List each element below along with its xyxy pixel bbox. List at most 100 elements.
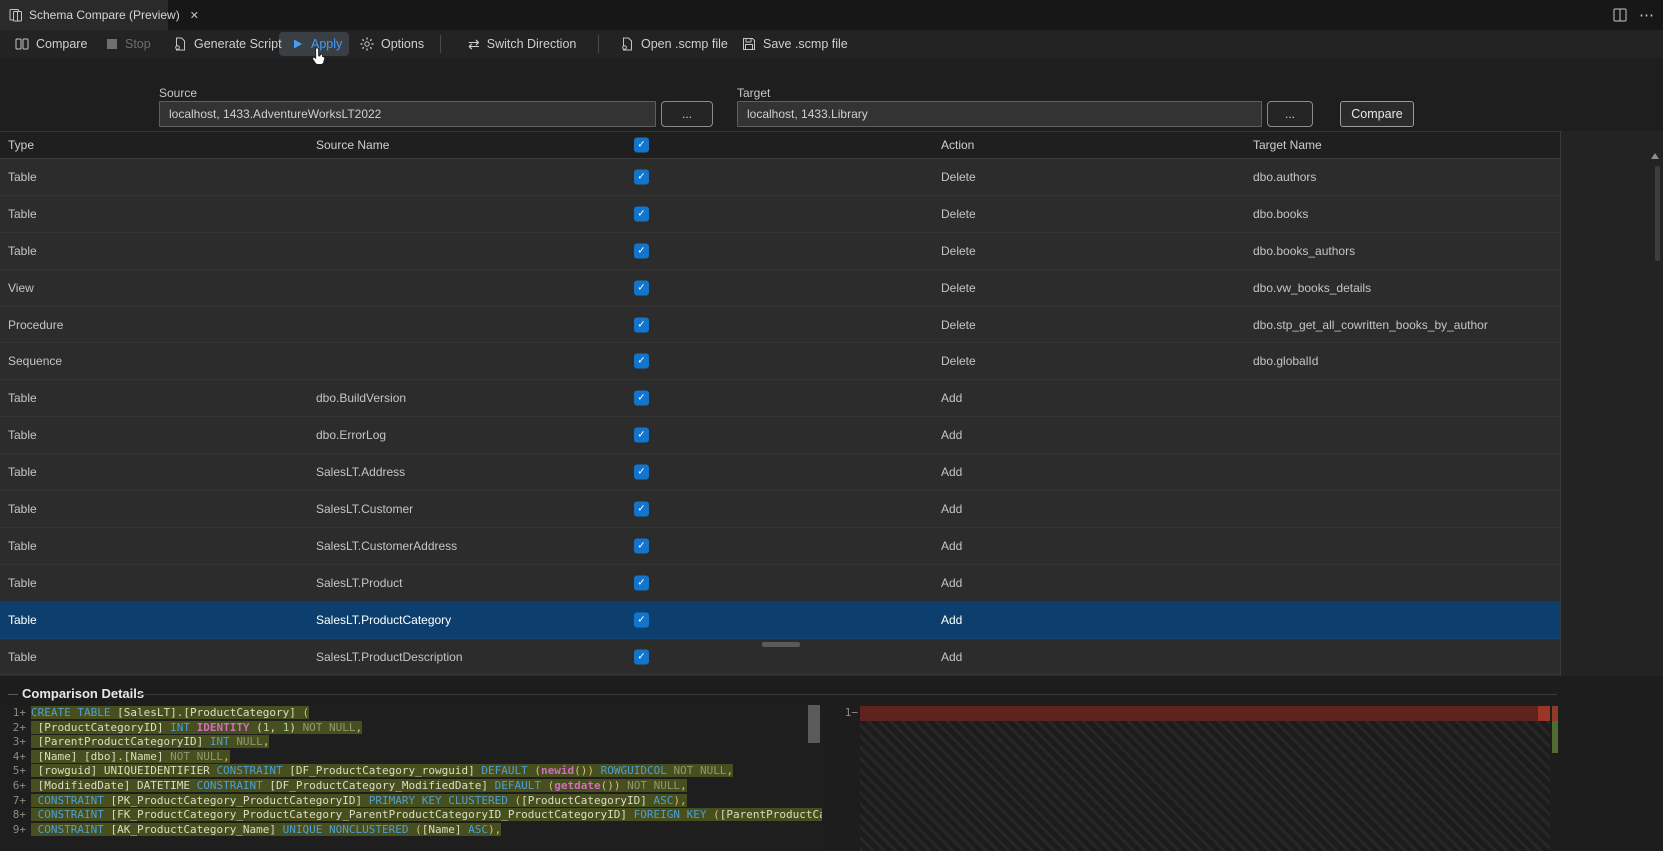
source-input[interactable]: [159, 101, 656, 127]
more-actions-icon[interactable]: ⋯: [1639, 6, 1655, 24]
split-editor-icon[interactable]: [1613, 8, 1627, 22]
source-label: Source: [159, 86, 198, 100]
row-action: Delete: [941, 206, 976, 221]
row-include-checkbox[interactable]: ✓: [634, 649, 649, 665]
grid-rows: Table ✓ Delete dbo.authors Table ✓ Delete dbo.b…: [0, 159, 1560, 676]
row-include-checkbox[interactable]: ✓: [634, 169, 649, 185]
grid-vertical-scrollbar[interactable]: [1655, 166, 1660, 261]
row-type: Table: [8, 649, 37, 664]
generate-script-button[interactable]: Generate Script: [173, 30, 282, 58]
table-row[interactable]: Table ✓ Delete dbo.books: [0, 196, 1560, 233]
code-line[interactable]: 9+ CONSTRAINT [AK_ProductCategory_Name] …: [0, 822, 822, 838]
table-row[interactable]: View ✓ Delete dbo.vw_books_details: [0, 270, 1560, 307]
code-text: [ModifiedDate] DATETIME CONSTRAINT [DF_P…: [31, 778, 687, 792]
row-action: Add: [941, 501, 963, 516]
table-row[interactable]: Table SalesLT.Address ✓ Add: [0, 454, 1560, 491]
options-button[interactable]: Options: [360, 30, 424, 58]
row-target-name: dbo.authors: [1253, 169, 1317, 184]
apply-label: Apply: [311, 37, 343, 51]
table-row[interactable]: Table dbo.BuildVersion ✓ Add: [0, 380, 1560, 417]
code-line[interactable]: 3+ [ParentProductCategoryID] INT NULL,: [0, 735, 822, 750]
row-include-checkbox[interactable]: ✓: [634, 280, 649, 296]
diff-empty-hatch-region: [860, 720, 1550, 851]
code-line[interactable]: 2+ [ProductCategoryID] INT IDENTITY (1, …: [0, 720, 822, 736]
code-text: CREATE TABLE [SalesLT].[ProductCategory]…: [31, 706, 310, 719]
table-row[interactable]: Table SalesLT.Product ✓ Add: [0, 565, 1560, 602]
row-source-name: SalesLT.Customer: [316, 501, 414, 516]
code-line[interactable]: 7+ CONSTRAINT [PK_ProductCategory_Produc…: [0, 793, 822, 809]
comparison-details-panel: Comparison Details 1+ CREATE TABLE [Sales…: [0, 676, 1663, 851]
row-include-checkbox[interactable]: ✓: [634, 353, 649, 369]
code-line[interactable]: 5+ [rowguid] UNIQUEIDENTIFIER CONSTRAINT…: [0, 764, 822, 779]
apply-button[interactable]: Apply: [292, 30, 342, 58]
switch-direction-icon: ⇄: [468, 35, 480, 52]
diff-left-scrollbar[interactable]: [808, 705, 820, 743]
row-source-name: SalesLT.Address: [316, 465, 406, 480]
target-browse-button[interactable]: ...: [1267, 101, 1313, 127]
row-source-name: SalesLT.Product: [316, 575, 403, 590]
compare-button[interactable]: Compare: [15, 30, 87, 58]
code-text: [rowguid] UNIQUEIDENTIFIER CONSTRAINT [D…: [31, 764, 734, 778]
row-include-checkbox[interactable]: ✓: [634, 538, 649, 554]
row-type: Table: [8, 428, 37, 443]
row-include-checkbox[interactable]: ✓: [634, 206, 649, 222]
toolbar-separator: [440, 35, 441, 53]
generate-script-label: Generate Script: [194, 37, 282, 51]
compare-run-button[interactable]: Compare: [1340, 101, 1414, 127]
overview-ruler-removed-mark: [1552, 706, 1558, 721]
code-text: [ParentProductCategoryID] INT NULL,: [31, 735, 270, 749]
grid-right-filler: [1560, 131, 1663, 676]
row-action: Delete: [941, 317, 976, 332]
row-include-checkbox[interactable]: ✓: [634, 501, 649, 517]
table-row[interactable]: Procedure ✓ Delete dbo.stp_get_all_cowritte…: [0, 307, 1560, 344]
code-line[interactable]: 4+ [Name] [dbo].[Name] NOT NULL,: [0, 749, 822, 765]
row-include-checkbox[interactable]: ✓: [634, 317, 649, 332]
table-row[interactable]: Table ✓ Delete dbo.books_authors: [0, 233, 1560, 270]
row-type: Table: [8, 465, 37, 480]
close-tab-icon[interactable]: ✕: [190, 9, 199, 22]
row-type: Procedure: [8, 317, 64, 332]
row-include-checkbox[interactable]: ✓: [634, 243, 649, 259]
row-source-name: SalesLT.ProductDescription: [316, 649, 463, 664]
header-include-checkbox[interactable]: ✓: [634, 137, 649, 153]
row-type: Table: [8, 501, 37, 516]
stop-button[interactable]: Stop: [106, 30, 151, 58]
save-scmp-button[interactable]: Save .scmp file: [742, 30, 848, 58]
stop-icon: [106, 38, 118, 50]
row-action: Add: [941, 391, 963, 406]
tab-schema-compare[interactable]: Schema Compare (Preview) ✕: [0, 0, 199, 30]
editor-tab-bar: Schema Compare (Preview) ✕ ⋯: [0, 0, 1663, 30]
table-row[interactable]: Sequence ✓ Delete dbo.globalId: [0, 343, 1560, 380]
column-target-name: Target Name: [1253, 138, 1322, 152]
code-line[interactable]: 6+ [ModifiedDate] DATETIME CONSTRAINT [D…: [0, 778, 822, 794]
overview-ruler-added-mark: [1552, 721, 1558, 753]
target-input[interactable]: [737, 101, 1262, 127]
row-target-name: dbo.books: [1253, 206, 1309, 221]
row-include-checkbox[interactable]: ✓: [634, 612, 649, 628]
code-line[interactable]: 8+ CONSTRAINT [FK_ProductCategory_Produc…: [0, 808, 822, 823]
row-include-checkbox[interactable]: ✓: [634, 427, 649, 443]
editor-actions: ⋯: [1613, 0, 1655, 30]
code-line[interactable]: 1+ CREATE TABLE [SalesLT].[ProductCategor…: [0, 706, 822, 721]
table-row[interactable]: Table SalesLT.ProductCategory ✓ Add: [0, 601, 1560, 639]
row-include-checkbox[interactable]: ✓: [634, 390, 649, 406]
table-row[interactable]: Table SalesLT.CustomerAddress ✓ Add: [0, 528, 1560, 565]
row-include-checkbox[interactable]: ✓: [634, 464, 649, 480]
table-row[interactable]: Table ✓ Delete dbo.authors: [0, 159, 1560, 196]
schema-compare-icon: [9, 8, 23, 22]
row-type: Table: [8, 206, 37, 221]
switch-direction-button[interactable]: ⇄ Switch Direction: [468, 30, 576, 58]
source-browse-button[interactable]: ...: [661, 101, 713, 127]
open-scmp-button[interactable]: Open .scmp file: [620, 30, 728, 58]
row-action: Delete: [941, 280, 976, 295]
grid-scroll-up-arrow[interactable]: [1651, 153, 1659, 159]
save-icon: [742, 37, 756, 51]
open-scmp-label: Open .scmp file: [641, 37, 728, 51]
row-include-checkbox[interactable]: ✓: [634, 575, 649, 591]
grid-horizontal-scrollbar[interactable]: [762, 642, 800, 647]
column-type: Type: [8, 138, 35, 152]
table-row[interactable]: Table dbo.ErrorLog ✓ Add: [0, 417, 1560, 454]
table-row[interactable]: Table SalesLT.Customer ✓ Add: [0, 491, 1560, 528]
row-action: Delete: [941, 243, 976, 258]
diff-left-lines[interactable]: 1+ CREATE TABLE [SalesLT].[ProductCategor…: [0, 706, 822, 850]
